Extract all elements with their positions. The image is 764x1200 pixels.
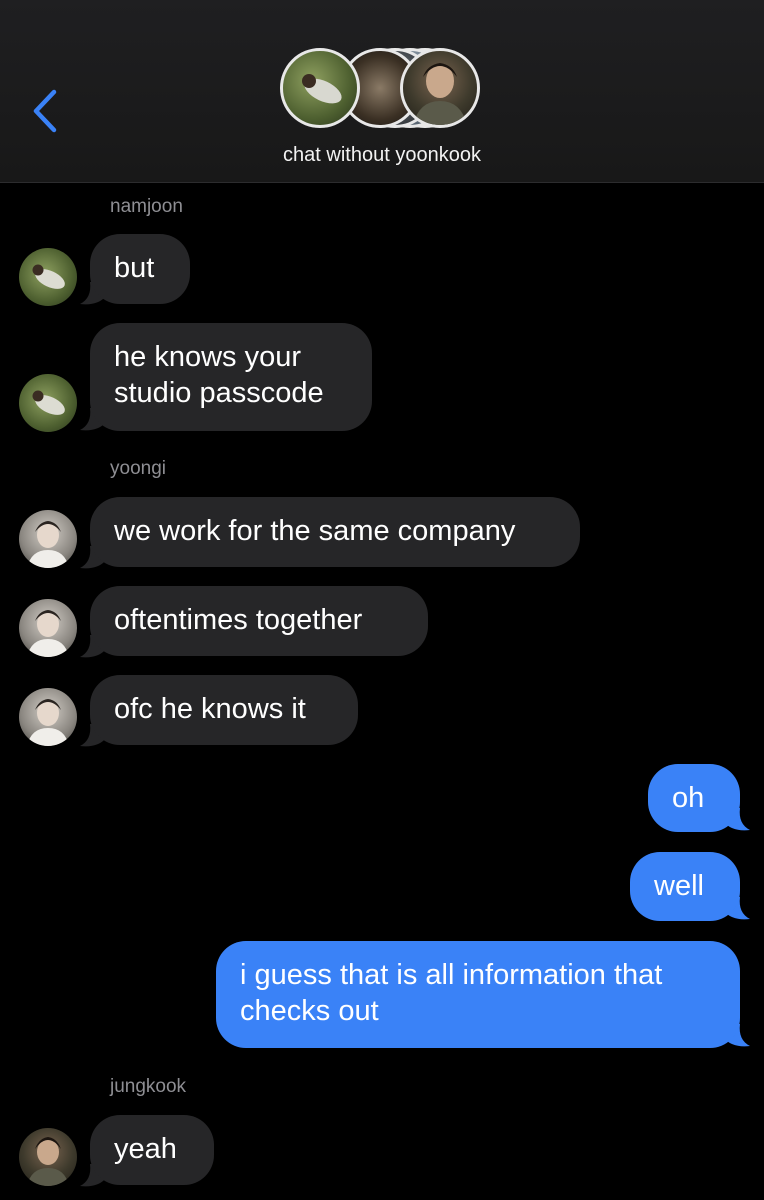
sender-label-jungkook: jungkook: [110, 1076, 187, 1097]
message-bubble-outgoing[interactable]: i guess that is all information that che…: [216, 941, 740, 1048]
message-bubble[interactable]: yeah: [90, 1115, 214, 1185]
message-text-line: he knows your: [114, 341, 301, 373]
message-text: we work for the same company: [114, 515, 516, 547]
avatar-yoongi[interactable]: [19, 510, 77, 568]
avatar-yoongi[interactable]: [19, 688, 77, 746]
message-bubble[interactable]: oftentimes together: [90, 586, 428, 656]
message-bubble[interactable]: we work for the same company: [90, 497, 580, 567]
group-avatar-namjoon: [280, 48, 360, 128]
avatar-jungkook[interactable]: [19, 1128, 77, 1186]
avatar-yoongi[interactable]: [19, 599, 77, 657]
message-text: well: [654, 870, 704, 902]
message-text: but: [114, 252, 155, 284]
avatar-namjoon[interactable]: [19, 374, 77, 432]
group-avatar-jungkook: [400, 48, 480, 128]
message-text: yeah: [114, 1133, 177, 1165]
group-title: chat without yoonkook: [283, 144, 481, 166]
message-text: oftentimes together: [114, 604, 363, 636]
sender-label-yoongi: yoongi: [110, 458, 166, 479]
group-avatars[interactable]: [280, 46, 485, 134]
message-text-line: i guess that is all information that: [240, 959, 663, 991]
message-bubble-outgoing[interactable]: well: [630, 852, 740, 921]
sender-label-namjoon: namjoon: [110, 196, 183, 217]
message-text-line: studio passcode: [114, 377, 324, 409]
message-text: oh: [672, 782, 705, 814]
message-bubble[interactable]: ofc he knows it: [90, 675, 358, 745]
chat-header: chat without yoonkook: [0, 0, 764, 183]
message-bubble-outgoing[interactable]: oh: [648, 764, 740, 832]
message-bubble[interactable]: but: [90, 234, 190, 304]
back-button[interactable]: [30, 88, 60, 134]
avatar-namjoon[interactable]: [19, 248, 77, 306]
message-text-line: checks out: [240, 995, 379, 1027]
message-bubble[interactable]: he knows your studio passcode: [90, 323, 372, 431]
message-text: ofc he knows it: [114, 693, 306, 725]
chevron-left-icon: [33, 89, 57, 133]
